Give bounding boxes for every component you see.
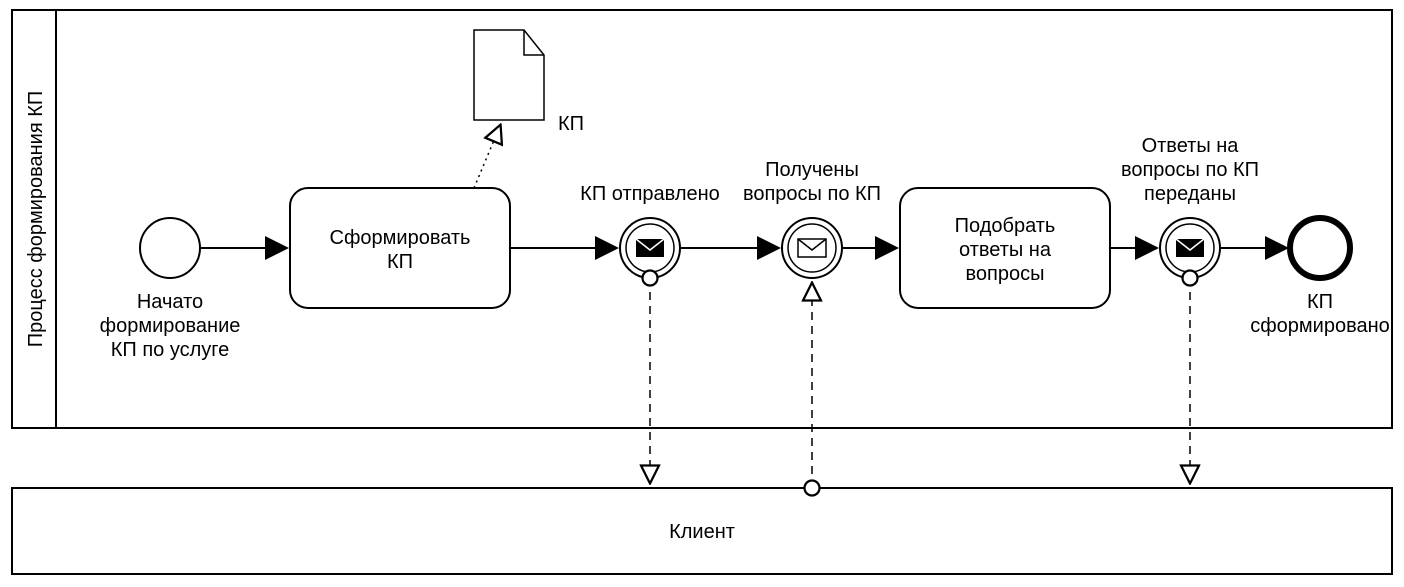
data-object-kp: КП	[474, 30, 584, 135]
svg-text:Сформировать: Сформировать	[330, 227, 471, 249]
event-questions-received: Получены вопросы по КП	[743, 159, 881, 278]
svg-text:Подобрать: Подобрать	[955, 215, 1056, 237]
participant-client: Клиент	[12, 488, 1392, 574]
start-label: формирование	[100, 315, 241, 337]
task-form-kp: Сформировать КП	[290, 188, 510, 308]
event-kp-sent: КП отправлено	[580, 183, 720, 278]
envelope-icon	[636, 239, 664, 257]
svg-text:КП: КП	[1307, 291, 1333, 313]
svg-text:вопросы по КП: вопросы по КП	[743, 183, 881, 205]
envelope-icon	[1176, 239, 1204, 257]
event-label: КП отправлено	[580, 183, 720, 205]
svg-text:сформировано: сформировано	[1250, 315, 1390, 337]
artifact-label: КП	[558, 113, 584, 135]
start-label: КП по услуге	[111, 339, 230, 361]
envelope-icon	[798, 239, 826, 257]
svg-text:переданы: переданы	[1144, 183, 1236, 205]
svg-text:Получены: Получены	[765, 159, 859, 181]
participant-title: Клиент	[669, 521, 735, 543]
start-event: Начато формирование КП по услуге	[100, 218, 241, 361]
bpmn-diagram: Процесс формирования КП Начато формирова…	[0, 0, 1404, 587]
end-event: КП сформировано	[1250, 218, 1390, 337]
svg-text:ответы на: ответы на	[959, 239, 1052, 261]
start-label: Начато	[137, 291, 203, 313]
pool-title: Процесс формирования КП	[25, 91, 47, 348]
svg-text:вопросы: вопросы	[966, 263, 1045, 285]
svg-text:Ответы на: Ответы на	[1142, 135, 1240, 157]
svg-text:КП: КП	[387, 251, 413, 273]
event-answers-sent: Ответы на вопросы по КП переданы	[1121, 135, 1259, 278]
task-select-answers: Подобрать ответы на вопросы	[900, 188, 1110, 308]
association	[474, 126, 500, 188]
svg-text:вопросы по КП: вопросы по КП	[1121, 159, 1259, 181]
